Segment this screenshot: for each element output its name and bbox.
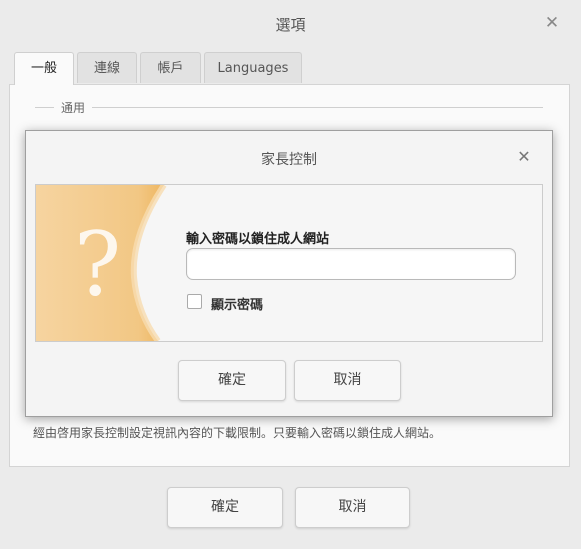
password-field[interactable] bbox=[186, 248, 516, 280]
tab-general[interactable]: 一般 bbox=[14, 52, 74, 85]
group-label-general: 通用 bbox=[54, 99, 93, 116]
dialog-close-icon[interactable]: ✕ bbox=[516, 149, 532, 165]
dialog-title: 家長控制 bbox=[261, 152, 317, 168]
tab-languages[interactable]: Languages bbox=[204, 52, 302, 83]
close-icon[interactable]: ✕ bbox=[543, 14, 561, 32]
question-mark-glyph: ? bbox=[74, 213, 121, 316]
cancel-button[interactable]: 取消 bbox=[295, 487, 410, 528]
tab-connection[interactable]: 連線 bbox=[77, 52, 137, 83]
ok-button[interactable]: 確定 bbox=[167, 487, 283, 528]
dialog-cancel-button[interactable]: 取消 bbox=[294, 360, 401, 401]
group-divider bbox=[35, 107, 543, 108]
window-title: 選項 bbox=[275, 16, 306, 34]
password-prompt-label: 輸入密碼以鎖住成人網站 bbox=[186, 232, 330, 247]
show-password-label[interactable]: 顯示密碼 bbox=[211, 294, 263, 313]
dialog-ok-button[interactable]: 確定 bbox=[178, 360, 286, 401]
question-mark-icon: ? bbox=[36, 185, 167, 341]
parental-control-description: 經由啓用家長控制設定視訊內容的下載限制。只要輸入密碼以鎖住成人網站。 bbox=[33, 426, 442, 440]
dialog-body: ? 輸入密碼以鎖住成人網站 顯示密碼 bbox=[35, 184, 543, 342]
show-password-checkbox[interactable] bbox=[187, 294, 202, 309]
tab-account[interactable]: 帳戶 bbox=[140, 52, 201, 83]
parental-control-dialog: 家長控制 ✕ ? 輸入密碼以鎖住成人網站 顯示密碼 確定 取消 bbox=[25, 130, 553, 417]
